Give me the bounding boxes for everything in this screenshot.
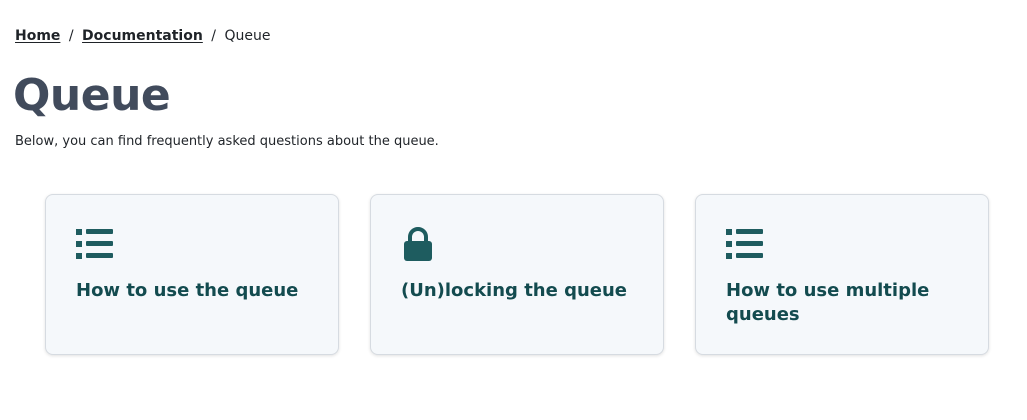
page-title: Queue [13,70,171,121]
breadcrumb-separator: / [68,28,74,44]
breadcrumb-separator: / [211,28,216,44]
breadcrumb: Home / Documentation / Queue [15,26,270,46]
card-how-to-use-queue[interactable]: How to use the queue [45,194,339,355]
breadcrumb-current: Queue [224,28,271,44]
breadcrumb-documentation-link[interactable]: Documentation [82,28,203,44]
page-intro: Below, you can find frequently asked que… [15,134,439,149]
card-unlocking-queue[interactable]: (Un)locking the queue [370,194,664,355]
breadcrumb-home-link[interactable]: Home [15,28,60,44]
card-label: How to use the queue [76,280,299,301]
card-label: (Un)locking the queue [401,280,628,301]
list-icon [76,229,113,259]
card-label: How to use multiple queues [726,280,930,325]
lock-icon [404,227,432,261]
list-icon [726,229,763,259]
card-multiple-queues[interactable]: How to use multiple queues [695,194,989,355]
